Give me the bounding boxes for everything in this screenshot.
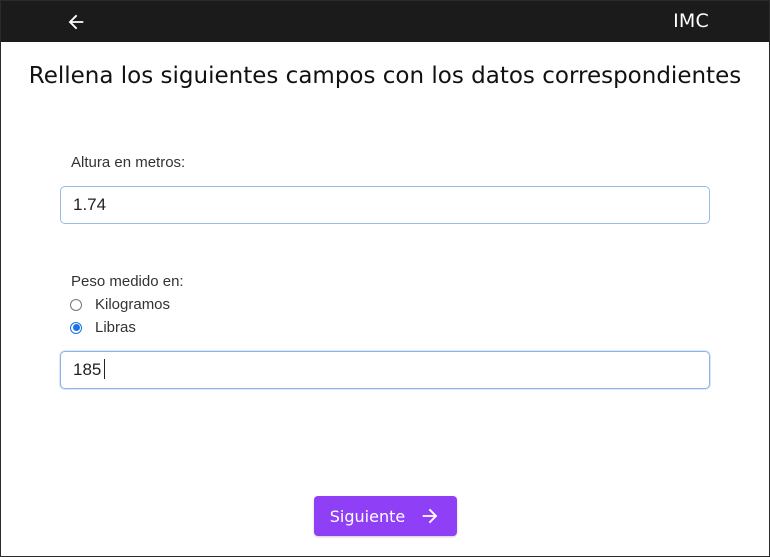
height-label: Altura en metros: [71, 154, 186, 171]
top-app-bar: IMC [1, 1, 769, 42]
radio-option-kilogramos[interactable]: Kilogramos [70, 296, 170, 313]
back-button[interactable] [65, 11, 87, 33]
next-button-label: Siguiente [329, 506, 406, 526]
radio-option-libras[interactable]: Libras [70, 319, 136, 336]
app-window: IMC Rellena los siguientes campos con lo… [0, 0, 770, 557]
page-heading: Rellena los siguientes campos con los da… [28, 63, 742, 89]
radio-libras[interactable] [70, 321, 82, 334]
weight-input[interactable] [60, 351, 710, 389]
radio-label-kilogramos: Kilogramos [95, 296, 171, 313]
height-input[interactable] [60, 186, 710, 224]
next-button[interactable]: Siguiente [314, 496, 457, 536]
arrow-left-icon [68, 14, 84, 30]
weight-unit-label: Peso medido en: [71, 273, 184, 290]
app-title: IMC [673, 10, 709, 32]
arrow-right-icon [422, 508, 438, 524]
text-cursor [104, 359, 105, 379]
radio-kilogramos[interactable] [70, 298, 82, 311]
radio-label-libras: Libras [95, 319, 136, 336]
